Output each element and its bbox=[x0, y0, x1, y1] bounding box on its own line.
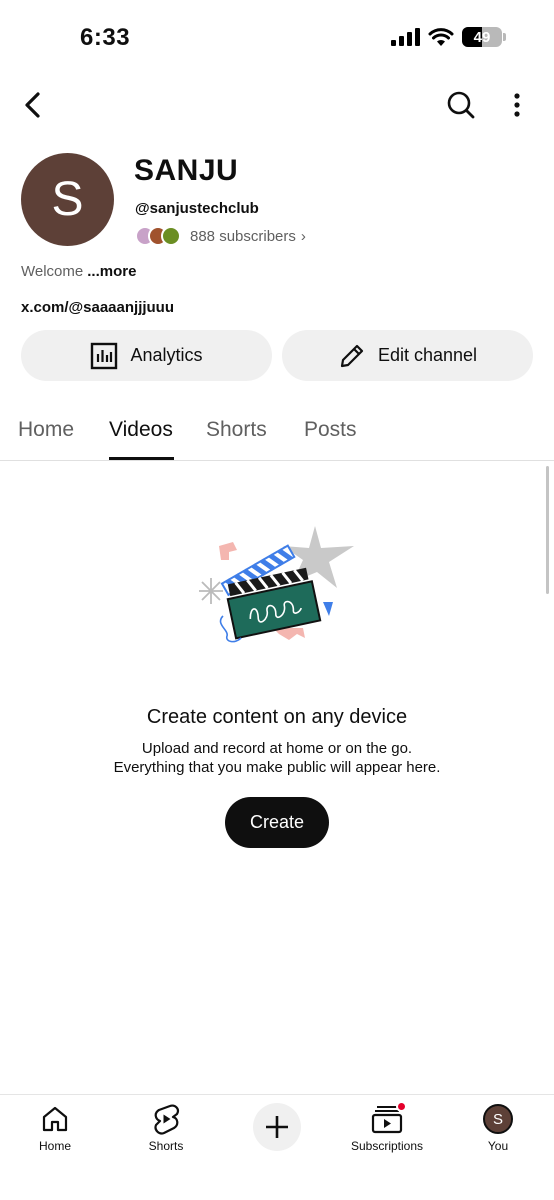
notification-dot bbox=[396, 1101, 407, 1112]
pencil-icon bbox=[340, 344, 364, 367]
tab-home[interactable]: Home bbox=[18, 418, 74, 442]
subscriber-avatars bbox=[135, 226, 181, 246]
edit-channel-label: Edit channel bbox=[377, 345, 478, 365]
channel-name: SANJU bbox=[134, 154, 239, 187]
channel-description[interactable]: Welcome ...more bbox=[21, 263, 136, 280]
nav-you-label: You bbox=[487, 1139, 509, 1153]
battery-icon: 49 bbox=[462, 27, 506, 47]
status-time: 6:33 bbox=[80, 24, 131, 51]
nav-shorts-label: Shorts bbox=[148, 1139, 184, 1153]
tab-shorts[interactable]: Shorts bbox=[206, 418, 267, 442]
analytics-button[interactable]: Analytics bbox=[21, 330, 272, 381]
clapperboard-illustration bbox=[199, 526, 354, 643]
more-vert-icon[interactable] bbox=[504, 88, 530, 122]
bottom-nav: Home Shorts Subscriptions S You bbox=[0, 1094, 554, 1200]
avatar: S bbox=[483, 1104, 513, 1134]
empty-state-subtitle-line2: Everything that you make public will app… bbox=[113, 759, 441, 776]
description-text: Welcome bbox=[21, 263, 84, 280]
subscriptions-icon bbox=[371, 1101, 407, 1135]
back-arrow-icon[interactable] bbox=[16, 88, 48, 122]
status-icons: 49 bbox=[391, 27, 506, 47]
analytics-label: Analytics bbox=[130, 345, 203, 365]
shorts-icon bbox=[151, 1103, 181, 1135]
tab-posts[interactable]: Posts bbox=[304, 418, 357, 442]
signal-icon bbox=[391, 28, 420, 46]
nav-shorts[interactable]: Shorts bbox=[111, 1103, 221, 1153]
active-tab-indicator bbox=[109, 457, 174, 460]
subscriber-count: 888 subscribers bbox=[190, 227, 296, 245]
nav-home[interactable]: Home bbox=[0, 1103, 110, 1153]
description-more[interactable]: ...more bbox=[87, 263, 136, 280]
chevron-right-icon: › bbox=[300, 227, 306, 245]
edit-channel-button[interactable]: Edit channel bbox=[282, 330, 533, 381]
nav-you[interactable]: S You bbox=[443, 1103, 553, 1153]
wifi-icon bbox=[428, 28, 454, 46]
nav-subscriptions-label: Subscriptions bbox=[350, 1139, 424, 1153]
status-bar: 6:33 49 bbox=[0, 0, 554, 76]
channel-link[interactable]: x.com/@saaaanjjjuuu bbox=[21, 299, 174, 316]
home-icon bbox=[40, 1103, 70, 1135]
nav-home-label: Home bbox=[38, 1139, 71, 1153]
nav-create[interactable] bbox=[253, 1103, 301, 1151]
analytics-icon bbox=[91, 342, 118, 369]
nav-subscriptions[interactable]: Subscriptions bbox=[332, 1101, 442, 1153]
subscriber-avatar bbox=[161, 226, 181, 246]
avatar-container: S bbox=[483, 1103, 513, 1135]
channel-tabs: Home Videos Shorts Posts bbox=[0, 408, 554, 461]
create-button[interactable]: Create bbox=[225, 797, 329, 848]
battery-level: 49 bbox=[473, 28, 491, 46]
empty-state-subtitle-line1: Upload and record at home or on the go. bbox=[141, 740, 413, 757]
top-nav bbox=[0, 80, 554, 130]
scrollbar[interactable] bbox=[546, 466, 549, 594]
search-icon[interactable] bbox=[444, 88, 478, 122]
subscribers-row[interactable]: 888 subscribers › bbox=[135, 226, 306, 246]
empty-state-title: Create content on any device bbox=[146, 706, 408, 728]
channel-handle: @sanjustechclub bbox=[135, 200, 259, 217]
plus-icon bbox=[266, 1116, 288, 1138]
channel-avatar[interactable]: S bbox=[21, 153, 114, 246]
tab-videos[interactable]: Videos bbox=[109, 418, 173, 442]
